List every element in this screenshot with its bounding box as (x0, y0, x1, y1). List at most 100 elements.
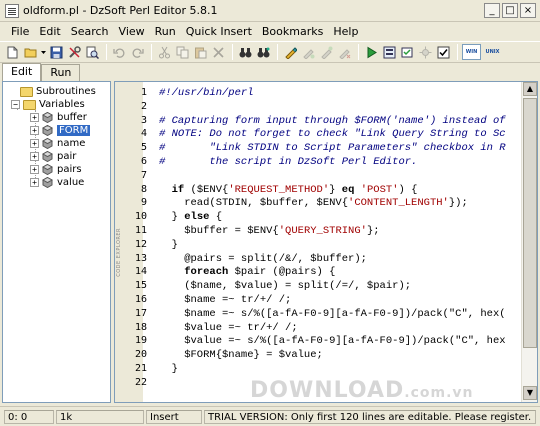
expand-icon[interactable]: + (30, 178, 39, 187)
collapse-icon[interactable]: − (11, 100, 20, 109)
tree-node-variable-selected[interactable]: + FORM (30, 124, 91, 137)
code-line[interactable]: $name =~ s/%([a-fA-F0-9][a-fA-F0-9])/pac… (159, 307, 506, 320)
find-binoculars-icon[interactable] (237, 44, 254, 61)
line-number: 11 (134, 225, 147, 236)
code-line[interactable]: $value =~ s/%([a-fA-F0-9][a-fA-F0-9])/pa… (159, 335, 505, 347)
paste-icon[interactable] (192, 44, 209, 61)
tree-node-variable[interactable]: + buffer (30, 111, 87, 124)
prev-bookmark-icon[interactable] (300, 44, 317, 61)
expand-icon[interactable]: + (30, 113, 39, 122)
title-bar: oldform.pl - DzSoft Perl Editor 5.8.1 _ … (0, 0, 540, 22)
status-file-size: 1k (56, 410, 144, 424)
expand-icon[interactable]: + (30, 165, 39, 174)
tree-node-variable[interactable]: + pairs (30, 163, 82, 176)
code-token: { (209, 211, 223, 224)
menu-search[interactable]: Search (66, 25, 114, 38)
code-token: 'QUERY_STRING' (278, 225, 367, 237)
line-number: 16 (134, 294, 147, 305)
tools-icon[interactable] (66, 44, 83, 61)
code-line[interactable]: # the script in DzSoft Perl Editor. (159, 156, 417, 168)
maximize-button[interactable]: □ (502, 3, 518, 18)
menu-bookmarks[interactable]: Bookmarks (257, 25, 328, 38)
dropdown-arrow-icon[interactable] (40, 44, 47, 61)
code-token: $buffer = $ENV{ (159, 225, 279, 237)
checkbox-icon[interactable] (435, 44, 452, 61)
run-icon[interactable] (363, 44, 380, 61)
code-line[interactable]: ($name, $value) = split(/=/, $pair); (159, 280, 411, 292)
code-line[interactable]: } (159, 239, 178, 251)
code-line[interactable]: # "Link STDIN to Script Parameters" chec… (159, 142, 506, 154)
save-icon[interactable] (48, 44, 65, 61)
line-number: 13 (134, 252, 147, 264)
tree-label: Subroutines (36, 86, 96, 97)
code-line[interactable]: $FORM{$name} = $value; (159, 349, 323, 361)
eol-windows-toggle[interactable]: WIN (462, 44, 481, 60)
code-line[interactable]: $buffer = $ENV{'QUERY_STRING'}; (159, 225, 379, 237)
toolbar-separator (358, 44, 359, 60)
tree-node-variable[interactable]: + value (30, 176, 84, 189)
new-file-icon[interactable] (4, 44, 21, 61)
tree-node-variable[interactable]: + pair (30, 150, 76, 163)
code-line[interactable]: read(STDIN, $buffer, $ENV{'CONTENT_LENGT… (159, 197, 468, 209)
code-token: ) { (398, 183, 418, 196)
code-token: if (171, 183, 185, 196)
toggle-bookmark-icon[interactable] (282, 44, 299, 61)
code-line[interactable]: foreach $pair (@pairs) { (159, 266, 335, 278)
open-folder-icon[interactable] (22, 44, 39, 61)
scroll-down-arrow-icon[interactable]: ▼ (523, 386, 537, 400)
tree-node-variable[interactable]: + name (30, 137, 85, 150)
code-line[interactable]: $name =~ tr/+/ /; (159, 294, 291, 306)
menu-view[interactable]: View (114, 25, 150, 38)
scroll-up-arrow-icon[interactable]: ▲ (523, 82, 537, 96)
line-number: 14 (134, 266, 147, 278)
cut-icon[interactable] (156, 44, 173, 61)
code-token: 'POST' (360, 183, 399, 196)
close-button[interactable]: × (520, 3, 536, 18)
delete-icon[interactable] (210, 44, 227, 61)
code-line[interactable]: $value =~ tr/+/ /; (159, 322, 297, 334)
code-token: #!/usr/bin/perl (159, 87, 254, 99)
tab-edit[interactable]: Edit (2, 63, 42, 81)
code-line[interactable]: } (159, 363, 178, 375)
code-line[interactable]: @pairs = split(/&/, $buffer); (159, 253, 367, 265)
clear-bookmarks-icon[interactable] (336, 44, 353, 61)
tree-node-variables[interactable]: − Variables (11, 98, 85, 111)
code-explorer-tree[interactable]: Subroutines − Variables + buffer + FORM … (2, 81, 111, 403)
redo-icon[interactable] (129, 44, 146, 61)
line-numbers: 1 2 3 4 5 6 7 8 9 10 11 12 13 14 15 16 17 18 19 20 21 22 (123, 82, 151, 402)
find-icon[interactable] (84, 44, 101, 61)
scroll-thumb[interactable] (523, 98, 537, 348)
find-next-icon[interactable] (255, 44, 272, 61)
code-token: ($ENV{ (184, 183, 229, 196)
expand-icon[interactable]: + (30, 152, 39, 161)
code-editor[interactable]: CODE EXPLORER 1 2 3 4 5 6 7 8 9 10 11 12 13 14 15 16 17 1… (114, 81, 538, 403)
tree-node-subroutines[interactable]: Subroutines (20, 85, 96, 98)
copy-icon[interactable] (174, 44, 191, 61)
code-text[interactable]: #!/usr/bin/perl # Capturing form input th… (159, 82, 519, 402)
code-token: # NOTE: Do not forget to check "Link Que… (159, 128, 506, 141)
code-line[interactable]: # NOTE: Do not forget to check "Link Que… (159, 128, 506, 140)
undo-icon[interactable] (111, 44, 128, 61)
syntax-check-icon[interactable] (399, 44, 416, 61)
menu-run[interactable]: Run (150, 25, 181, 38)
code-token: $name =~ s/%([a-fA-F0-9][a-fA-F0-9])/pac… (159, 307, 506, 320)
run-debug-icon[interactable] (381, 44, 398, 61)
side-tabs: Edit Run (0, 63, 112, 81)
settings-icon[interactable] (417, 44, 434, 61)
vertical-scrollbar[interactable]: ▲ ▼ (521, 82, 537, 402)
code-line[interactable]: #!/usr/bin/perl (159, 87, 254, 99)
code-line[interactable]: if ($ENV{'REQUEST_METHOD'} eq 'POST') { (159, 183, 418, 196)
menu-file[interactable]: File (6, 25, 34, 38)
eol-unix-toggle[interactable]: UNIX (483, 44, 502, 60)
menu-help[interactable]: Help (328, 25, 363, 38)
expand-icon[interactable]: + (30, 139, 39, 148)
code-line[interactable]: } else { (159, 211, 222, 223)
menu-edit[interactable]: Edit (34, 25, 65, 38)
next-bookmark-icon[interactable] (318, 44, 335, 61)
tab-run[interactable]: Run (41, 64, 81, 81)
menu-quick-insert[interactable]: Quick Insert (181, 25, 257, 38)
expand-icon[interactable]: + (30, 126, 39, 135)
code-line[interactable]: # Capturing form input through $FORM('na… (159, 115, 506, 127)
minimize-button[interactable]: _ (484, 3, 500, 18)
code-token: read(STDIN, $buffer, $ENV{ (159, 197, 349, 210)
